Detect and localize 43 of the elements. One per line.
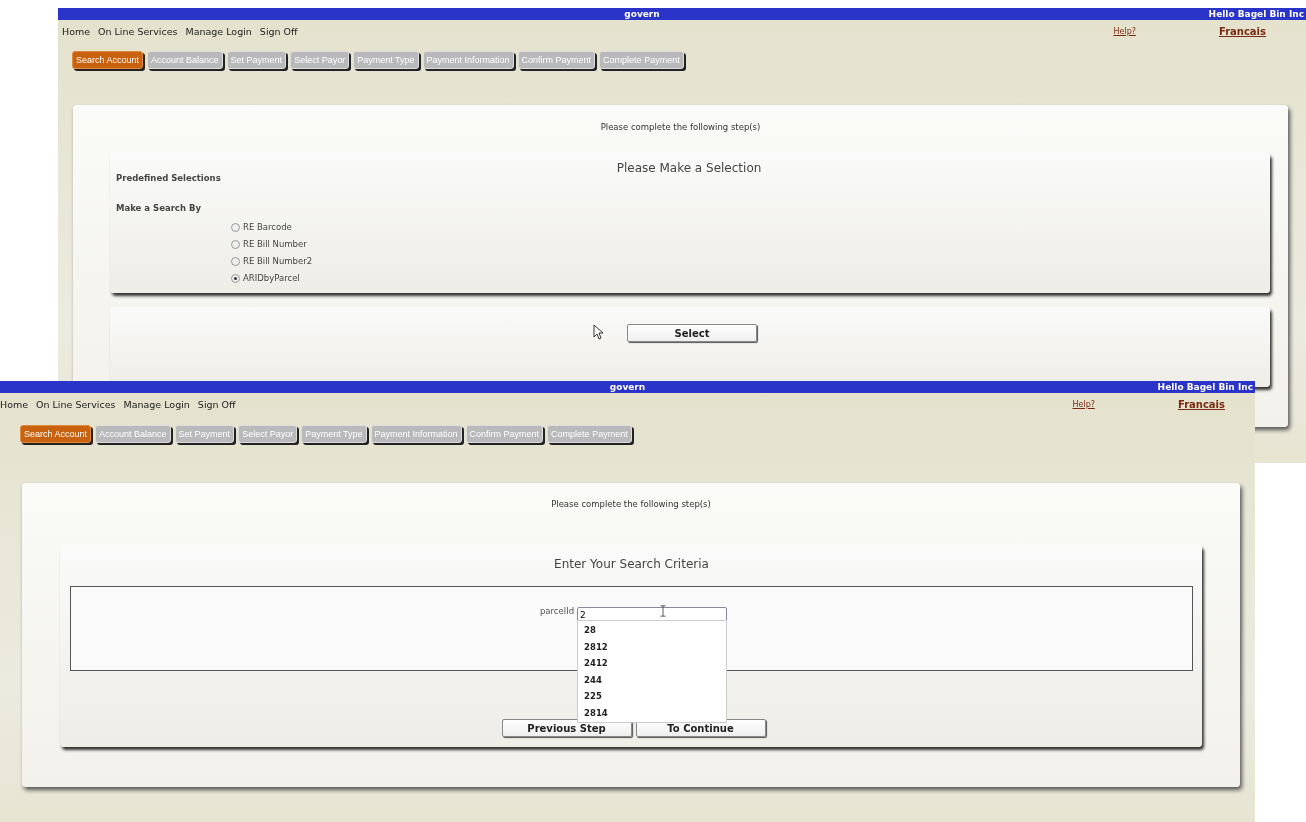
mouse-pointer-icon [593, 324, 603, 340]
help-link[interactable]: Help? [1113, 26, 1136, 36]
instruction-text: Please complete the following step(s) [599, 121, 762, 134]
step-button[interactable]: Previous Step [501, 719, 632, 737]
section-label: Make a Search By [116, 203, 202, 213]
language-link[interactable]: Francais [1177, 398, 1225, 410]
radio-button[interactable] [231, 273, 240, 283]
suggestion-item[interactable]: 2814 [578, 704, 727, 721]
nav-link[interactable]: Home [0, 398, 29, 410]
greeting: Hello Bagel Bin Inc [1208, 9, 1305, 19]
card-heading: Enter Your Search Criteria [553, 557, 710, 571]
language-link[interactable]: Francais [1218, 25, 1266, 37]
suggestion-item[interactable]: 244 [578, 671, 727, 688]
nav-link[interactable]: Home [62, 25, 91, 37]
text-cursor-icon [659, 605, 668, 617]
instruction-text: Please complete the following step(s) [550, 498, 712, 511]
section-label: Predefined Selections [116, 173, 222, 183]
radio-option[interactable]: RE Bill Number2 [231, 255, 1262, 267]
nav-link[interactable]: Manage Login [123, 398, 190, 410]
nav-link[interactable]: Sign Off [259, 25, 298, 37]
card-heading: Please Make a Selection [615, 161, 763, 175]
suggestion-item[interactable]: 225 [578, 688, 727, 705]
help-link[interactable]: Help? [1072, 399, 1095, 409]
radio-option[interactable]: RE Bill Number [231, 238, 1262, 250]
suggestion-item[interactable]: 2812 [578, 638, 727, 655]
nav-link[interactable]: On Line Services [98, 25, 178, 37]
field-label: parcelId [539, 606, 575, 616]
radio-option[interactable]: ARIDbyParcel [231, 272, 1262, 284]
site-title: govern [608, 382, 647, 392]
step-tab[interactable]: Search Account [20, 425, 92, 443]
nav-link[interactable]: Manage Login [185, 25, 252, 37]
step-tab[interactable]: Search Account [72, 51, 144, 69]
radio-button[interactable] [231, 222, 240, 232]
site-title: govern [623, 9, 661, 19]
greeting: Hello Bagel Bin Inc [1157, 382, 1254, 392]
radio-option[interactable]: RE Barcode [231, 221, 1262, 233]
nav-link[interactable]: Sign Off [197, 398, 236, 410]
nav-link[interactable]: On Line Services [36, 398, 116, 410]
radio-button[interactable] [231, 239, 240, 249]
select-button[interactable]: Select [627, 324, 757, 342]
radio-button[interactable] [231, 256, 240, 266]
suggestion-item[interactable]: 28 [578, 622, 727, 639]
suggestion-item[interactable]: 2412 [578, 655, 727, 672]
